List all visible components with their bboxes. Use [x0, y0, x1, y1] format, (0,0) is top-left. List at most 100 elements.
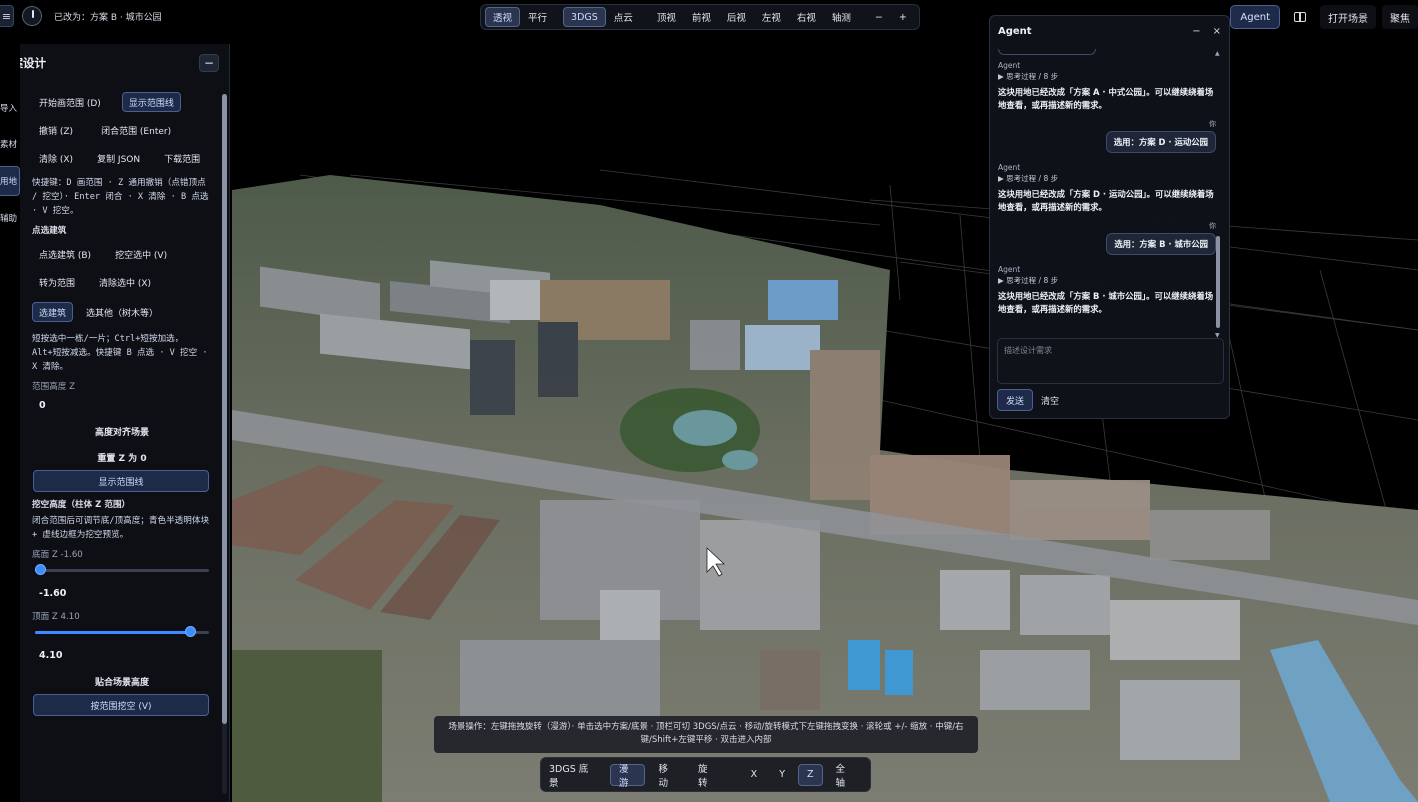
design-panel-header: 方案设计 − — [20, 44, 229, 82]
zoom-in-button[interactable]: + — [891, 7, 915, 27]
send-button[interactable]: 发送 — [997, 389, 1034, 411]
view-left-button[interactable]: 左视 — [754, 7, 789, 27]
agent-message-text: 这块用地已经改成「方案 B · 城市公园」。可以继续绕着场地查看，或再描述新的需… — [998, 291, 1214, 314]
user-message-bubble: 选用：方案 D · 运动公园 — [1105, 131, 1216, 153]
hollow-selected-button[interactable]: 挖空选中 (V) — [108, 244, 174, 264]
open-scene-button[interactable]: 打开场景 — [1320, 5, 1376, 29]
transform-toolbar: 3DGS 底景 漫游 移动 旋转 X Y Z 全轴 — [540, 757, 871, 792]
axis-y-button[interactable]: Y — [770, 764, 794, 786]
user-message: 你选用：方案 D · 运动公园 — [998, 119, 1216, 153]
view-parallel-button[interactable]: 平行 — [520, 7, 555, 27]
thinking-steps-toggle[interactable]: ▶ 思考过程 / 8 步 — [998, 275, 1216, 286]
side-tab-import[interactable]: 导入 — [0, 90, 20, 126]
range-height-label: 范围高度 Z — [32, 382, 75, 392]
agent-sender-label: Agent — [998, 61, 1021, 70]
scene-mode-label: 3DGS 底景 — [549, 763, 589, 789]
clear-range-button[interactable]: 清除 (X) — [32, 148, 80, 168]
view-toolbar: 透视 平行 3DGS 点云 顶视 前视 后视 左视 右视 轴测 − + — [480, 4, 920, 30]
side-tab-land[interactable]: 用地 — [0, 166, 20, 196]
clear-chat-button[interactable]: 清空 — [1041, 394, 1059, 407]
scene-operation-hint: 场景操作：左键拖拽旋转（漫游）· 单击选中方案/底景 · 顶栏可切 3DGS/点… — [434, 716, 978, 753]
pick-building-heading: 点选建筑 — [32, 226, 67, 236]
fit-scene-height-button[interactable]: 贴合场景高度 — [32, 668, 212, 694]
status-text: 已改为：方案 B · 城市公园 — [54, 12, 162, 23]
hollow-by-range-button[interactable]: 按范围挖空 (V) — [33, 694, 209, 716]
user-message: 你选用：方案 B · 城市公园 — [998, 221, 1216, 255]
agent-toggle-button[interactable]: Agent — [1230, 5, 1280, 29]
view-perspective-button[interactable]: 透视 — [485, 7, 521, 27]
select-other-button[interactable]: 选其他（树木等） — [79, 302, 165, 322]
start-draw-range-button[interactable]: 开始画范围 (D) — [32, 92, 108, 112]
bottom-z-slider[interactable] — [33, 560, 209, 580]
render-pointcloud-button[interactable]: 点云 — [606, 7, 641, 27]
thinking-steps-toggle[interactable]: ▶ 思考过程 / 8 步 — [998, 173, 1216, 184]
agent-panel: Agent − × Agent ▶ 思考过程 / 8 步这块用地已经改成「方案 A… — [989, 15, 1230, 419]
agent-message: Agent ▶ 思考过程 / 8 步这块用地已经改成「方案 B · 城市公园」。可… — [998, 265, 1216, 315]
move-button[interactable]: 移动 — [649, 764, 685, 789]
axis-x-button[interactable]: X — [742, 764, 767, 786]
all-axes-button[interactable]: 全轴 — [827, 764, 863, 789]
topbar-right: Agent 打开场景 聚焦 — [1230, 4, 1418, 30]
rotate-button[interactable]: 旋转 — [689, 764, 725, 789]
panel-layout-button[interactable] — [1286, 5, 1314, 29]
top-z-value[interactable]: 4.10 — [32, 642, 212, 668]
show-bounds-button[interactable]: 显示范围线 — [121, 92, 181, 112]
top-z-slider-thumb[interactable] — [184, 626, 196, 637]
show-bounds-bottom-button[interactable]: 显示范围线 — [33, 470, 209, 492]
design-panel: 方案设计 − 开始画范围 (D) 显示范围线 撤销 (Z) 闭合范围 (Ente… — [20, 44, 230, 802]
agent-message-text: 这块用地已经改成「方案 A · 中式公园」。可以继续绕着场地查看，或再描述新的需… — [998, 87, 1214, 110]
bottom-z-label: 底面 Z -1.60 — [32, 550, 83, 560]
agent-message: Agent ▶ 思考过程 / 8 步这块用地已经改成「方案 D · 运动公园」。可… — [998, 163, 1216, 213]
copy-json-button[interactable]: 复制 JSON — [90, 148, 147, 168]
top-z-slider[interactable] — [33, 622, 209, 642]
side-tab-auxiliary[interactable]: 辅助 — [0, 200, 20, 236]
hollow-hint: 闭合范围后可调节底/顶高度；青色半透明体块 + 虚线边框为挖空预览。 — [32, 516, 210, 540]
download-range-button[interactable]: 下载范围 — [157, 148, 207, 168]
view-front-button[interactable]: 前视 — [684, 7, 719, 27]
bottom-z-slider-thumb[interactable] — [35, 564, 46, 575]
render-3dgs-button[interactable]: 3DGS — [563, 7, 606, 27]
select-hint: 短按选中一栋/一片；Ctrl+短按加选，Alt+短按减选。快捷键 B 点选 · … — [32, 334, 208, 372]
range-height-value[interactable]: 0 — [32, 392, 212, 418]
clear-selection-button[interactable]: 清除选中 (X) — [92, 272, 158, 292]
view-axonometric-button[interactable]: 轴测 — [824, 7, 859, 27]
select-building-button[interactable]: 选建筑 — [32, 302, 74, 322]
agent-chat-scrollbar[interactable]: ▲ ▼ — [1215, 50, 1221, 340]
close-range-button[interactable]: 闭合范围 (Enter) — [94, 120, 178, 140]
design-panel-title: 方案设计 — [20, 56, 46, 70]
view-right-button[interactable]: 右视 — [789, 7, 824, 27]
user-bubble-partial — [998, 49, 1096, 55]
menu-icon[interactable]: ≡ — [0, 5, 14, 27]
side-tabs: 导入 素材 用地 辅助 — [0, 90, 20, 236]
to-range-button[interactable]: 转为范围 — [32, 272, 82, 292]
top-z-label: 顶面 Z 4.10 — [32, 612, 80, 622]
side-tab-assets[interactable]: 素材 — [0, 126, 20, 162]
focus-button[interactable]: 聚焦 — [1382, 5, 1418, 29]
compass-icon[interactable] — [22, 6, 42, 26]
axis-z-button[interactable]: Z — [798, 763, 823, 786]
thinking-steps-toggle[interactable]: ▶ 思考过程 / 8 步 — [998, 71, 1216, 82]
agent-sender-label: Agent — [998, 163, 1021, 172]
minimize-icon[interactable]: − — [1192, 26, 1200, 37]
user-message-bubble: 选用：方案 B · 城市公园 — [1106, 233, 1216, 255]
align-height-button[interactable]: 高度对齐场景 — [32, 418, 212, 444]
zoom-out-button[interactable]: − — [867, 7, 891, 27]
reset-z-button[interactable]: 重置 Z 为 0 — [32, 444, 212, 470]
topbar-left: ≡ 已改为：方案 B · 城市公园 — [0, 4, 162, 28]
close-icon[interactable]: × — [1213, 26, 1221, 37]
agent-panel-header: Agent − × — [990, 16, 1229, 46]
scroll-up-icon[interactable]: ▲ — [1215, 50, 1220, 57]
agent-panel-title: Agent — [998, 25, 1032, 37]
agent-message-text: 这块用地已经改成「方案 D · 运动公园」。可以继续绕着场地查看，或再描述新的需… — [998, 189, 1214, 212]
design-request-input[interactable]: 描述设计需求 — [997, 338, 1224, 384]
pick-building-button[interactable]: 点选建筑 (B) — [32, 244, 98, 264]
design-panel-scrollbar[interactable] — [222, 94, 227, 794]
view-back-button[interactable]: 后视 — [719, 7, 754, 27]
collapse-button[interactable]: − — [199, 54, 219, 72]
agent-message: Agent ▶ 思考过程 / 8 步这块用地已经改成「方案 A · 中式公园」。可… — [998, 61, 1216, 111]
agent-chat-log[interactable]: Agent ▶ 思考过程 / 8 步这块用地已经改成「方案 A · 中式公园」。可… — [998, 49, 1216, 341]
bottom-z-value[interactable]: -1.60 — [32, 580, 212, 606]
view-top-button[interactable]: 顶视 — [649, 7, 684, 27]
roam-button[interactable]: 漫游 — [609, 763, 646, 789]
undo-button[interactable]: 撤销 (Z) — [32, 120, 80, 140]
